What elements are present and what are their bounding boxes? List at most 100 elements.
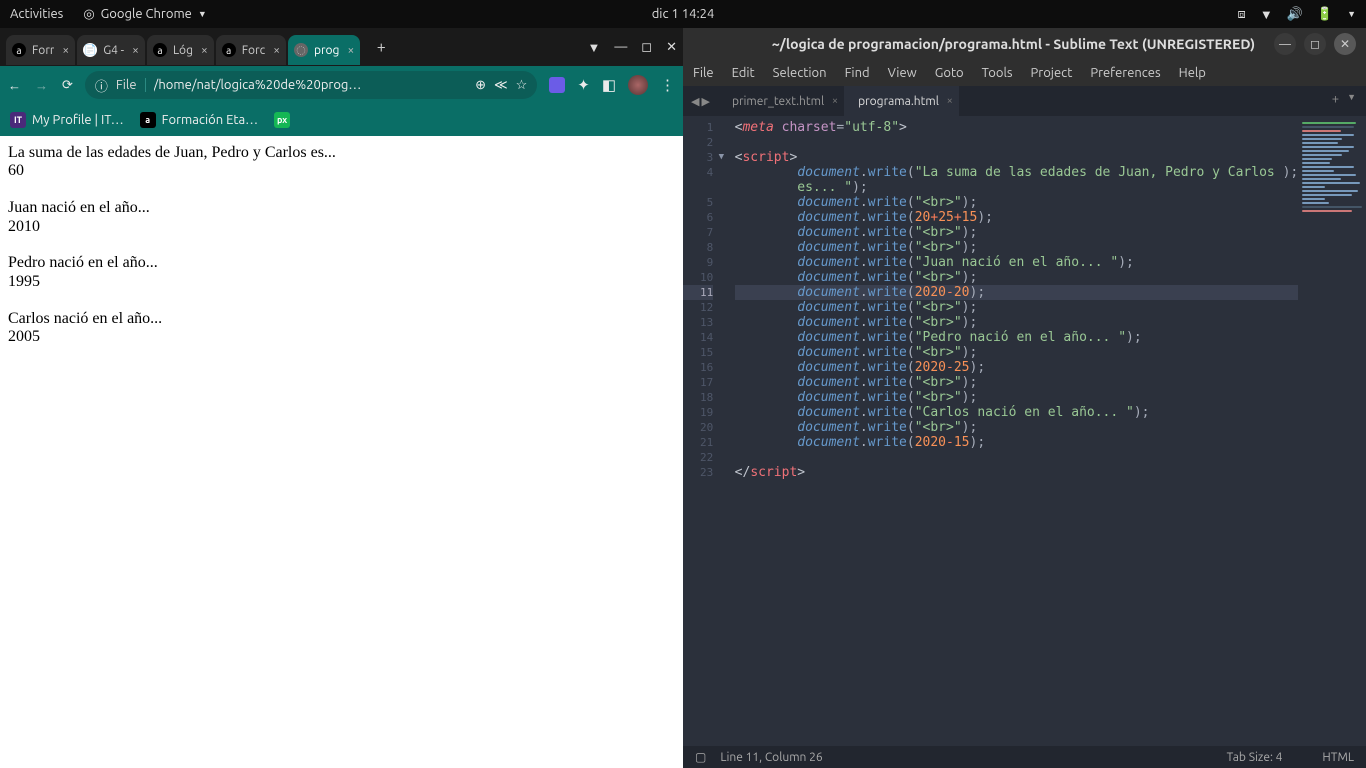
line-number[interactable]: 22: [683, 450, 713, 465]
back-button[interactable]: ←: [8, 78, 21, 93]
line-number[interactable]: 23: [683, 465, 713, 480]
tab-search-icon[interactable]: ▼: [587, 40, 600, 55]
menu-tools[interactable]: Tools: [982, 66, 1013, 80]
extension-icon[interactable]: [549, 77, 565, 93]
code-line[interactable]: document.write("<br>");: [735, 225, 1299, 240]
address-bar[interactable]: ⓘ File /home/nat/logica%20de%20prog… ⊕ ≪…: [85, 71, 537, 99]
minimize-button[interactable]: —: [614, 40, 627, 54]
code-line[interactable]: document.write(2020-20);: [735, 285, 1299, 300]
activities-button[interactable]: Activities: [10, 7, 63, 21]
battery-icon[interactable]: 🔋: [1317, 7, 1333, 22]
code-line[interactable]: document.write("Carlos nació en el año..…: [735, 405, 1299, 420]
bookmark-item[interactable]: px: [274, 112, 290, 128]
line-number[interactable]: 21: [683, 435, 713, 450]
side-panel-icon[interactable]: ◧: [602, 76, 616, 94]
dropbox-icon[interactable]: ⧈: [1238, 7, 1246, 22]
status-language[interactable]: HTML: [1322, 751, 1354, 764]
code-line[interactable]: [735, 135, 1299, 150]
new-tab-button[interactable]: +: [368, 34, 394, 60]
code-line[interactable]: document.write(2020-25);: [735, 360, 1299, 375]
menu-project[interactable]: Project: [1031, 66, 1073, 80]
tab-close-icon[interactable]: ×: [273, 44, 280, 57]
menu-file[interactable]: File: [693, 66, 714, 80]
line-gutter[interactable]: 1234567891011121314151617181920212223: [683, 116, 719, 746]
code-content[interactable]: <meta charset="utf-8"> <script> document.…: [729, 116, 1299, 746]
browser-tab[interactable]: ◌prog×: [288, 35, 360, 65]
minimize-button[interactable]: —: [1274, 33, 1296, 55]
line-number[interactable]: 6: [683, 210, 713, 225]
code-line[interactable]: document.write("<br>");: [735, 420, 1299, 435]
line-number[interactable]: 5: [683, 195, 713, 210]
maximize-button[interactable]: ◻: [641, 40, 652, 55]
clock[interactable]: dic 1 14:24: [652, 7, 715, 21]
browser-tab[interactable]: 📄G4 -×: [77, 35, 145, 65]
reload-button[interactable]: ⟳: [62, 78, 73, 93]
menu-goto[interactable]: Goto: [935, 66, 964, 80]
code-line[interactable]: <script>: [735, 150, 1299, 165]
line-number[interactable]: 10: [683, 270, 713, 285]
menu-edit[interactable]: Edit: [732, 66, 755, 80]
code-line[interactable]: document.write("<br>");: [735, 375, 1299, 390]
code-line[interactable]: </script>: [735, 465, 1299, 480]
code-line[interactable]: [735, 450, 1299, 465]
line-number[interactable]: 9: [683, 255, 713, 270]
bookmark-item[interactable]: ITMy Profile | IT…: [10, 112, 124, 128]
tab-close-icon[interactable]: ×: [832, 95, 838, 107]
editor-tab[interactable]: programa.html×: [844, 86, 959, 116]
code-line[interactable]: document.write("<br>");: [735, 345, 1299, 360]
code-line[interactable]: document.write("Pedro nació en el año...…: [735, 330, 1299, 345]
line-number[interactable]: 13: [683, 315, 713, 330]
tab-close-icon[interactable]: ×: [347, 44, 354, 57]
code-line[interactable]: document.write("Juan nació en el año... …: [735, 255, 1299, 270]
volume-icon[interactable]: 🔊: [1287, 7, 1303, 22]
status-tabsize[interactable]: Tab Size: 4: [1227, 751, 1283, 764]
wifi-icon[interactable]: ▼: [1260, 7, 1273, 22]
code-line[interactable]: document.write("<br>");: [735, 270, 1299, 285]
line-number[interactable]: 18: [683, 390, 713, 405]
line-number[interactable]: 16: [683, 360, 713, 375]
menu-selection[interactable]: Selection: [773, 66, 827, 80]
app-switcher[interactable]: ◎ Google Chrome ▼: [83, 7, 206, 22]
code-line[interactable]: document.write(2020-15);: [735, 435, 1299, 450]
code-line[interactable]: <meta charset="utf-8">: [735, 120, 1299, 135]
extensions-puzzle-icon[interactable]: ✦: [577, 76, 590, 94]
line-number[interactable]: 15: [683, 345, 713, 360]
new-tab-icon[interactable]: +: [1332, 92, 1339, 106]
site-info-icon[interactable]: ⓘ: [95, 76, 108, 95]
status-position[interactable]: Line 11, Column 26: [720, 751, 822, 764]
close-button[interactable]: ✕: [666, 40, 677, 55]
maximize-button[interactable]: ◻: [1304, 33, 1326, 55]
fold-icon[interactable]: ▼: [719, 150, 724, 165]
menu-preferences[interactable]: Preferences: [1090, 66, 1160, 80]
line-number[interactable]: 7: [683, 225, 713, 240]
chrome-menu-icon[interactable]: ⋮: [660, 76, 675, 94]
line-number[interactable]: 2: [683, 135, 713, 150]
forward-button[interactable]: →: [35, 78, 48, 93]
menu-view[interactable]: View: [888, 66, 917, 80]
tab-close-icon[interactable]: ×: [62, 44, 69, 57]
tab-close-icon[interactable]: ×: [947, 95, 953, 107]
tab-close-icon[interactable]: ×: [132, 44, 139, 57]
line-number[interactable]: 17: [683, 375, 713, 390]
line-number[interactable]: 20: [683, 420, 713, 435]
line-number[interactable]: [683, 180, 713, 195]
code-line[interactable]: document.write("<br>");: [735, 315, 1299, 330]
bookmark-star-icon[interactable]: ☆: [516, 78, 528, 93]
line-number[interactable]: 12: [683, 300, 713, 315]
share-icon[interactable]: ≪: [494, 78, 508, 93]
code-line[interactable]: document.write(20+25+15);: [735, 210, 1299, 225]
line-number[interactable]: 4: [683, 165, 713, 180]
line-number[interactable]: 19: [683, 405, 713, 420]
code-line[interactable]: document.write("<br>");: [735, 195, 1299, 210]
code-line[interactable]: es... ");: [735, 180, 1299, 195]
line-number[interactable]: 11: [683, 285, 713, 300]
line-number[interactable]: 8: [683, 240, 713, 255]
line-number[interactable]: 3: [683, 150, 713, 165]
menu-help[interactable]: Help: [1179, 66, 1206, 80]
line-number[interactable]: 14: [683, 330, 713, 345]
code-line[interactable]: document.write("<br>");: [735, 390, 1299, 405]
editor-tab[interactable]: primer_text.html×: [718, 86, 844, 116]
tab-dropdown-icon[interactable]: ▼: [1347, 92, 1356, 106]
tab-nav-forward-icon[interactable]: ▶: [701, 95, 709, 108]
bookmark-item[interactable]: aFormación Eta…: [140, 112, 258, 128]
